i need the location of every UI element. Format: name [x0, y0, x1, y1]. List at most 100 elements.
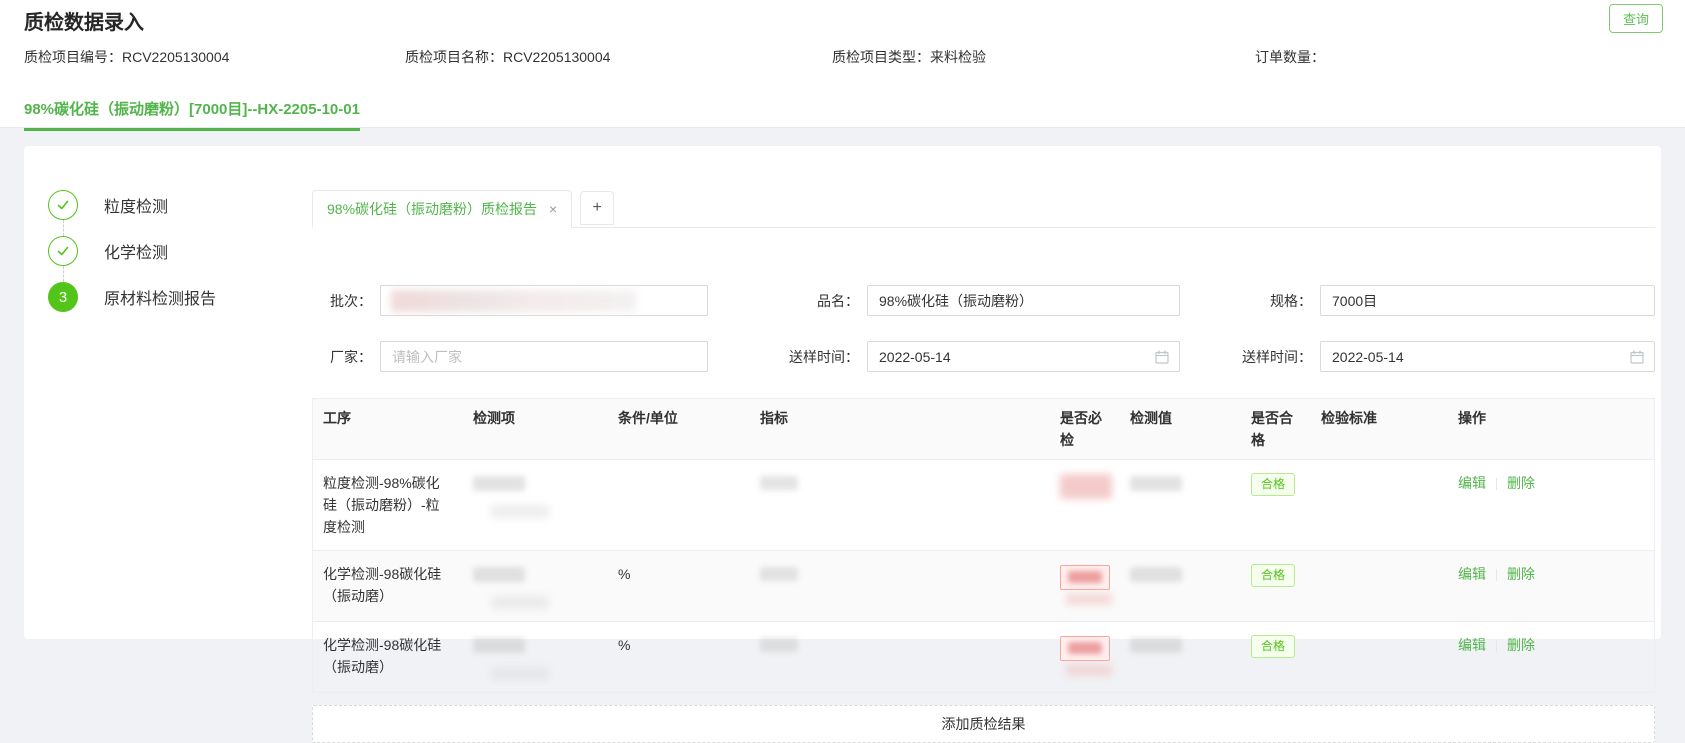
qualified-badge: 合格 [1251, 564, 1295, 587]
sample-time-2-input[interactable] [1320, 341, 1655, 372]
redacted-value [473, 476, 525, 491]
info-project-type: 质检项目类型：来料检验 [832, 47, 1255, 67]
info-project-name: 质检项目名称：RCV2205130004 [405, 47, 832, 67]
cell-actions: 编辑删除 [1448, 622, 1656, 692]
info-project-code-label: 质检项目编号： [24, 49, 122, 65]
cell-test-item [463, 551, 608, 621]
batch-field-group: 批次： [312, 285, 708, 316]
cell-standard [1311, 622, 1448, 692]
spec-input[interactable] [1320, 285, 1655, 316]
query-button[interactable]: 查询 [1609, 4, 1663, 33]
col-header-indicator: 指标 [750, 399, 1050, 459]
step-connector [63, 266, 298, 282]
close-icon[interactable]: × [549, 202, 557, 216]
project-tab-active[interactable]: 98%碳化硅（振动磨粉）[7000目]--HX-2205-10-01 [24, 98, 360, 131]
sample-time-2-label: 送样时间： [1212, 347, 1320, 367]
main-panel: 粒度检测 化学检测 3 原材料检测报告 98%碳化硅（振动磨粉）质检报告 × [24, 146, 1661, 639]
cell-standard [1311, 551, 1448, 621]
edit-link[interactable]: 编辑 [1458, 475, 1486, 491]
cell-test-item [463, 622, 608, 692]
project-info-row: 质检项目编号：RCV2205130004 质检项目名称：RCV220513000… [24, 47, 1661, 67]
info-order-qty: 订单数量： [1255, 47, 1661, 67]
plus-icon: + [593, 199, 602, 217]
step-granularity-test[interactable]: 粒度检测 [48, 190, 298, 220]
redacted-value [1066, 593, 1112, 605]
top-header: 质检数据录入 查询 质检项目编号：RCV2205130004 质检项目名称：RC… [0, 0, 1685, 128]
action-divider [1496, 569, 1497, 581]
step-chemistry-test[interactable]: 化学检测 [48, 236, 298, 266]
delete-link[interactable]: 删除 [1507, 566, 1535, 582]
table-row: 化学检测-98碳化硅（振动磨） % 合格 编辑删除 [313, 551, 1654, 622]
report-tab-active[interactable]: 98%碳化硅（振动磨粉）质检报告 × [312, 190, 572, 228]
cell-required [1050, 551, 1120, 621]
qualified-badge: 合格 [1251, 473, 1295, 496]
cell-qualified: 合格 [1241, 460, 1311, 550]
factory-input-control[interactable] [381, 342, 707, 371]
cell-indicator [750, 622, 1050, 692]
redacted-value [1068, 642, 1102, 654]
redacted-value [473, 567, 525, 582]
info-order-qty-label: 订单数量： [1255, 49, 1325, 65]
stepper: 粒度检测 化学检测 3 原材料检测报告 [48, 190, 298, 312]
redacted-value [1068, 571, 1102, 583]
step-connector [63, 220, 298, 236]
step-raw-material-report[interactable]: 3 原材料检测报告 [48, 282, 298, 312]
edit-link[interactable]: 编辑 [1458, 566, 1486, 582]
project-tab-bar: 98%碳化硅（振动磨粉）[7000目]--HX-2205-10-01 [24, 98, 360, 131]
product-input[interactable] [867, 285, 1180, 316]
cell-indicator [750, 551, 1050, 621]
cell-actions: 编辑 删除 [1448, 460, 1656, 550]
col-header-process: 工序 [313, 399, 463, 459]
add-tab-button[interactable]: + [580, 191, 614, 225]
col-header-actions: 操作 [1448, 399, 1656, 459]
cell-required [1050, 460, 1120, 550]
cell-actions: 编辑 删除 [1448, 551, 1656, 621]
info-project-type-label: 质检项目类型： [832, 49, 930, 65]
redacted-value [1060, 474, 1112, 499]
cell-test-value [1120, 622, 1241, 692]
info-project-name-label: 质检项目名称： [405, 49, 503, 65]
factory-field-group: 厂家： [312, 341, 708, 372]
action-divider [1496, 640, 1497, 652]
step-label: 粒度检测 [104, 193, 168, 217]
report-tabbar: 98%碳化硅（振动磨粉）质检报告 × + [312, 190, 1655, 228]
redacted-value [491, 667, 549, 680]
col-header-test-value: 检测值 [1120, 399, 1241, 459]
add-qc-result-button[interactable]: 添加质检结果 [312, 705, 1655, 743]
product-field-group: 品名： [767, 285, 1180, 316]
factory-input[interactable] [380, 341, 708, 372]
cell-condition-unit [608, 460, 750, 550]
screen: 质检数据录入 查询 质检项目编号：RCV2205130004 质检项目名称：RC… [0, 0, 1685, 651]
batch-redacted-value [391, 290, 636, 312]
cell-test-value [1120, 460, 1241, 550]
product-input-control[interactable] [868, 286, 1179, 315]
required-badge-redacted [1060, 636, 1110, 661]
col-header-qualified: 是否合格 [1241, 399, 1311, 459]
batch-input[interactable] [380, 285, 708, 316]
info-project-code-value: RCV2205130004 [122, 49, 229, 65]
calendar-icon[interactable] [1629, 349, 1645, 365]
sample-time-2-control[interactable] [1321, 342, 1654, 371]
delete-link[interactable]: 删除 [1507, 475, 1535, 491]
report-form: 批次： 品名： 规格： [312, 228, 1655, 374]
cell-indicator [750, 460, 1050, 550]
product-label: 品名： [767, 291, 867, 311]
step-number-badge: 3 [48, 282, 78, 312]
sample-time-1-control[interactable] [868, 342, 1179, 371]
qc-results-table: 工序 检测项 条件/单位 指标 是否必检 检测值 是否合格 检验标准 操作 粒度… [312, 398, 1655, 693]
qualified-badge: 合格 [1251, 635, 1295, 658]
required-badge-redacted [1060, 565, 1110, 590]
sample-time-1-input[interactable] [867, 341, 1180, 372]
spec-input-control[interactable] [1321, 286, 1654, 315]
cell-test-item [463, 460, 608, 550]
content-area: 98%碳化硅（振动磨粉）质检报告 × + 批次： 品名： [312, 190, 1655, 743]
col-header-condition-unit: 条件/单位 [608, 399, 750, 459]
cell-process: 粒度检测-98%碳化硅（振动磨粉）-粒度检测 [313, 460, 463, 550]
calendar-icon[interactable] [1154, 349, 1170, 365]
cell-test-value [1120, 551, 1241, 621]
redacted-value [760, 476, 798, 490]
cell-standard [1311, 460, 1448, 550]
col-header-standard: 检验标准 [1311, 399, 1448, 459]
col-header-required: 是否必检 [1050, 399, 1120, 459]
cell-process: 化学检测-98碳化硅（振动磨） [313, 551, 463, 621]
